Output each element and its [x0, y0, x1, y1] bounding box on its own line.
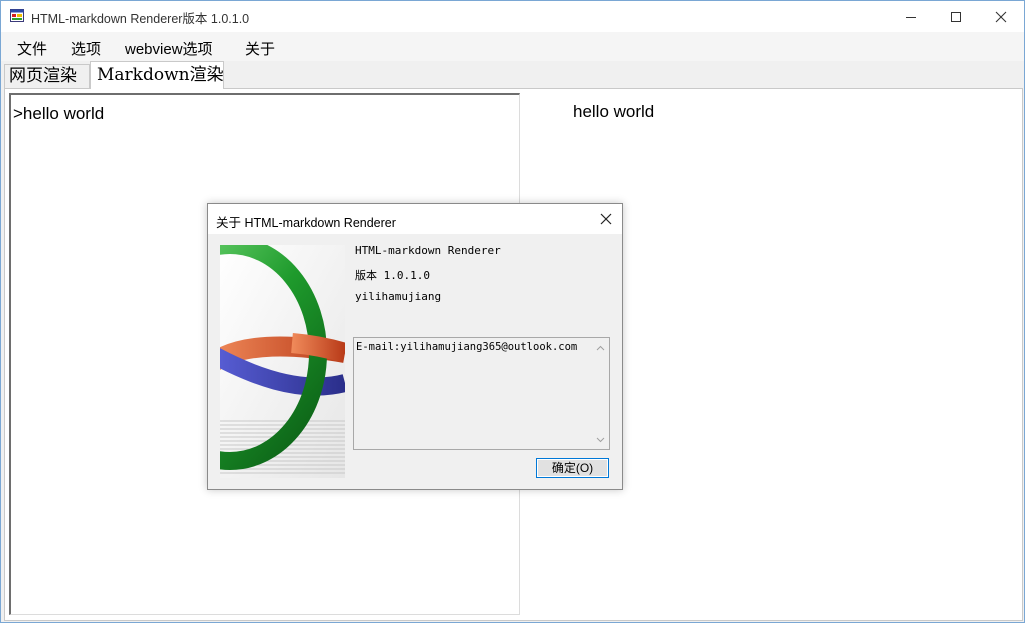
title-bar[interactable]: HTML-markdown Renderer版本 1.0.1.0 [1, 1, 1024, 32]
ok-button[interactable]: 确定(O) [536, 458, 609, 478]
version-text: 版本 1.0.1.0 [355, 269, 430, 282]
maximize-icon [951, 11, 961, 22]
dialog-close-button[interactable] [596, 209, 616, 229]
scroll-up-button[interactable] [594, 342, 606, 354]
menu-webview-options[interactable]: webview选项 [125, 38, 213, 59]
dialog-title-bar[interactable]: 关于 HTML-markdown Renderer [208, 204, 622, 234]
close-icon [995, 11, 1007, 22]
about-dialog: 关于 HTML-markdown Renderer HTML-markdown … [207, 203, 623, 490]
menu-about[interactable]: 关于 [245, 38, 275, 59]
minimize-button[interactable] [888, 1, 934, 32]
close-button[interactable] [978, 1, 1024, 32]
menu-bar: 文件 选项 webview选项 关于 [1, 32, 1024, 61]
chevron-down-icon [596, 437, 604, 443]
chevron-up-icon [596, 345, 604, 351]
interlocking-rings-logo [220, 245, 345, 478]
window-title: HTML-markdown Renderer版本 1.0.1.0 [31, 12, 250, 26]
menu-options[interactable]: 选项 [71, 38, 101, 59]
dialog-title: 关于 HTML-markdown Renderer [216, 216, 396, 230]
product-name: HTML-markdown Renderer [355, 244, 501, 257]
description-textbox[interactable]: E-mail:yilihamujiang365@outlook.com [353, 337, 610, 450]
scroll-down-button[interactable] [594, 434, 606, 446]
minimize-icon [906, 16, 916, 18]
preview-content: hello world [573, 102, 655, 121]
author-text: yilihamujiang [355, 290, 442, 303]
editor-content: >hello world [13, 104, 105, 123]
app-window-icon [10, 9, 24, 22]
close-icon [600, 213, 612, 225]
menu-file[interactable]: 文件 [17, 38, 47, 59]
description-text: E-mail:yilihamujiang365@outlook.com [356, 341, 578, 353]
tab-web-render[interactable]: 网页渲染 [4, 64, 90, 88]
maximize-button[interactable] [933, 1, 979, 32]
tab-markdown-render[interactable]: Markdown渲染 [90, 61, 224, 89]
